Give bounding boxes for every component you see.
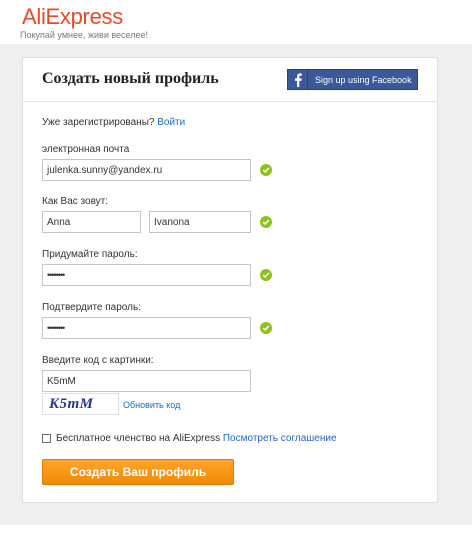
refresh-code-link[interactable]: Обновить код [123,400,180,410]
tagline: Покупай умнее, живи веселее! [20,30,148,40]
confirm-valid-check-icon [260,322,272,334]
signup-card: Создать новый профиль Sign up using Face… [22,57,438,503]
membership-checkbox[interactable] [42,434,51,443]
password-label: Придумайте пароль: [42,249,138,260]
password-field[interactable]: •••••••• [42,264,251,286]
facebook-signup-button[interactable]: Sign up using Facebook [287,69,418,90]
last-name-field[interactable]: Ivanona [149,211,251,233]
email-valid-check-icon [260,164,272,176]
confirm-password-field[interactable]: •••••••• [42,317,251,339]
membership-row: Бесплатное членство на AliExpress Посмот… [56,433,337,444]
membership-text: Бесплатное членство на AliExpress [56,433,221,444]
card-header: Создать новый профиль Sign up using Face… [23,58,437,102]
page-title: Создать новый профиль [42,70,219,87]
already-registered-text: Уже зарегистрированы? [42,117,155,128]
captcha-label: Введите код с картинки: [42,355,154,366]
first-name-field[interactable]: Anna [42,211,141,233]
email-field[interactable]: julenka.sunny@yandex.ru [42,159,251,181]
facebook-icon [288,70,308,89]
login-link[interactable]: Войти [157,117,185,128]
email-label: электронная почта [42,144,130,155]
create-profile-button[interactable]: Создать Ваш профиль [42,459,234,485]
captcha-image: K5mM [42,393,119,415]
aliexpress-logo[interactable]: AliExpress [22,4,123,30]
captcha-field[interactable]: K5mM [42,370,251,392]
password-valid-check-icon [260,269,272,281]
name-label: Как Вас зовут: [42,196,109,207]
name-valid-check-icon [260,216,272,228]
facebook-button-label: Sign up using Facebook [315,74,412,85]
agreement-link[interactable]: Посмотреть соглашение [223,433,337,444]
confirm-password-label: Подтвердите пароль: [42,302,141,313]
login-prompt: Уже зарегистрированы? Войти [42,117,185,128]
